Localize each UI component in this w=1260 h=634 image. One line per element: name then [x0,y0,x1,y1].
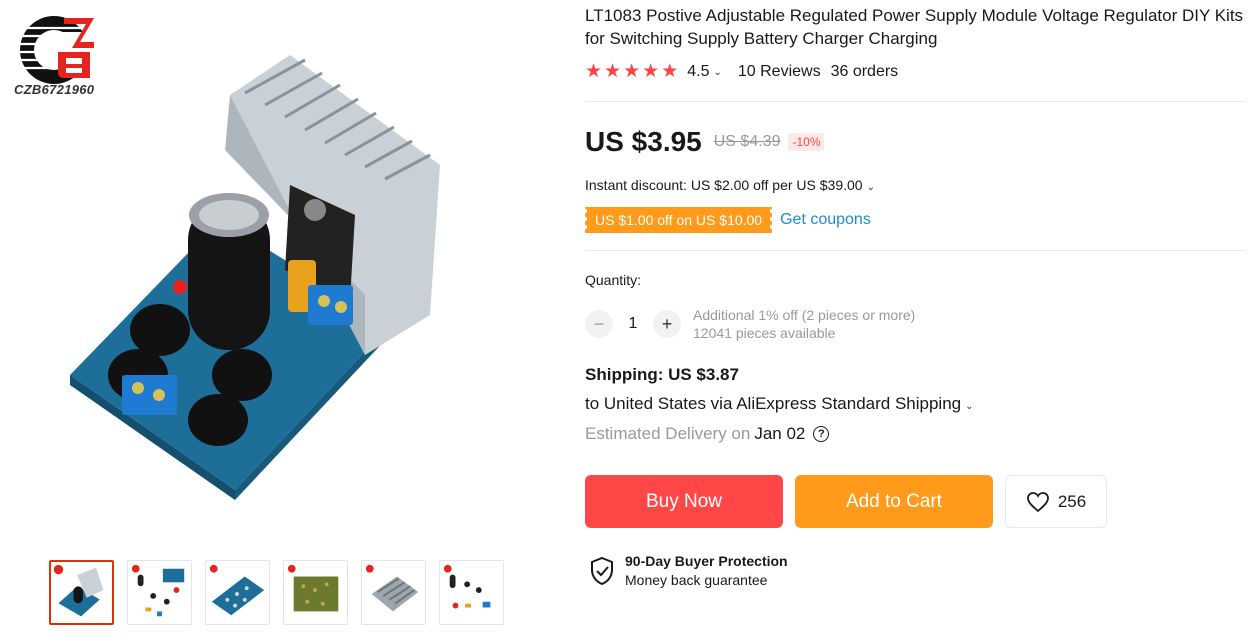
thumbnail-2[interactable] [127,560,192,625]
divider [585,101,1245,102]
protection-title: 90-Day Buyer Protection [625,553,788,569]
coupon-badge[interactable]: US $1.00 off on US $10.00 [582,207,775,233]
quantity-stepper: − 1 + Additional 1% off (2 pieces or mor… [585,306,915,342]
help-icon[interactable]: ? [813,426,830,442]
star-icon: ★ [642,61,660,82]
orders-count: 36 orders [830,63,899,80]
thumbnail-strip [49,560,504,625]
wishlist-button[interactable]: 256 [1005,475,1107,528]
star-icon: ★ [604,61,622,82]
star-icon: ★ [623,61,641,82]
current-price: US $3.95 [585,126,702,157]
star-icon: ★ [661,61,679,82]
original-price: US $4.39 [713,133,781,150]
divider [585,250,1245,251]
thumbnail-1[interactable] [49,560,114,625]
quantity-label: Quantity: [585,272,642,288]
price-row: US $3.95 US $4.39 -10% [585,126,825,158]
delivery-label: Estimated Delivery on [585,424,751,443]
quantity-decrease-button[interactable]: − [585,310,613,338]
thumbnail-5[interactable] [361,560,426,625]
rating-stars: ★ ★ ★ ★ ★ [585,62,678,82]
product-main-image[interactable] [60,55,450,500]
wishlist-count: 256 [1057,491,1087,511]
buy-now-button[interactable]: Buy Now [585,475,783,528]
heart-icon [1026,491,1049,512]
chevron-down-icon: ⌄ [866,182,875,193]
reviews-link[interactable]: 10 Reviews [738,63,821,81]
coupon-row: US $1.00 off on US $10.00 Get coupons [582,207,871,233]
buyer-protection: 90-Day Buyer Protection Money back guara… [589,551,788,590]
shipping-method[interactable]: to United States via AliExpress Standard… [585,394,990,414]
get-coupons-link[interactable]: Get coupons [780,211,871,229]
quantity-increase-button[interactable]: + [653,310,681,338]
star-icon: ★ [585,61,603,82]
chevron-down-icon: ⌄ [965,401,974,412]
chevron-down-icon[interactable]: ⌄ [713,67,721,78]
action-buttons: Buy Now Add to Cart 256 [585,475,1107,528]
protection-subtitle: Money back guarantee [625,572,768,588]
bulk-discount-text: Additional 1% off (2 pieces or more) [693,307,916,323]
product-title: LT1083 Postive Adjustable Regulated Powe… [585,6,1244,48]
protection-text: 90-Day Buyer Protection Money back guara… [625,551,788,590]
delivery-estimate: Estimated Delivery on Jan 02 ? [585,424,830,444]
shipping-route-text: to United States via AliExpress Standard… [585,394,962,413]
rating-value[interactable]: 4.5 [687,63,709,81]
rating-row: ★ ★ ★ ★ ★ 4.5 ⌄ 10 Reviews 36 orders [585,62,898,82]
thumbnail-4[interactable] [283,560,348,625]
instant-discount-text: Instant discount: US $2.00 off per US $3… [585,177,863,193]
quantity-input[interactable]: 1 [613,315,653,333]
discount-badge: -10% [788,133,825,151]
stock-available-text: 12041 pieces available [693,325,836,341]
quantity-info: Additional 1% off (2 pieces or more) 120… [693,306,915,342]
thumbnail-6[interactable] [439,560,504,625]
add-to-cart-button[interactable]: Add to Cart [795,475,993,528]
shipping-price: Shipping: US $3.87 [585,365,739,384]
instant-discount[interactable]: Instant discount: US $2.00 off per US $3… [585,177,891,193]
delivery-date: Jan 02 [754,424,806,443]
thumbnail-3[interactable] [205,560,270,625]
shield-check-icon [591,556,613,585]
